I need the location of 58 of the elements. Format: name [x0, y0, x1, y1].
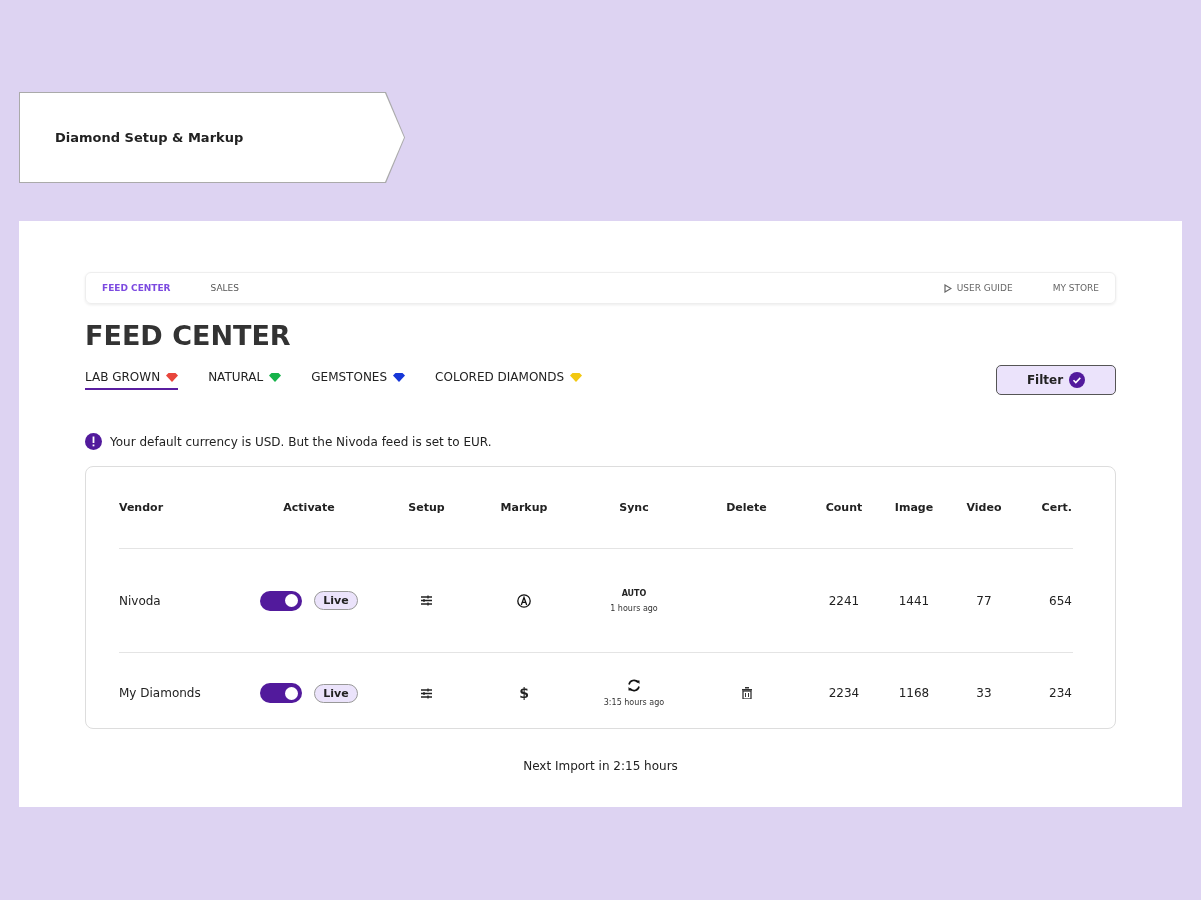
image-count-cell-text: 1168 [897, 686, 931, 700]
gem-icon [393, 372, 406, 382]
column-header: Image [893, 501, 935, 514]
category-label: COLORED DIAMONDS [435, 370, 565, 384]
count-cell-text: 2234 [827, 686, 861, 700]
nav-tab[interactable]: SALES [210, 283, 239, 293]
auto-markup-icon[interactable] [517, 593, 531, 608]
filter-button[interactable]: Filter [996, 365, 1116, 395]
status-badge: Live [314, 591, 358, 610]
column-header: Cert. [1040, 501, 1072, 514]
trash-icon[interactable] [741, 687, 752, 699]
sync-time: 3:15 hours ago [603, 698, 665, 707]
category-tab[interactable]: NATURAL [208, 370, 282, 390]
sliders-icon[interactable] [421, 687, 432, 699]
column-header: Setup [407, 501, 446, 514]
vendor-name: Nivoda [119, 593, 162, 608]
activate-toggle[interactable] [260, 590, 303, 611]
sliders-icon[interactable] [421, 595, 432, 606]
gem-icon [570, 372, 583, 382]
image-count-cell-text: 1441 [897, 593, 931, 608]
breadcrumb-step[interactable]: Diamond Setup & Markup [19, 92, 405, 183]
category-label: GEMSTONES [311, 370, 388, 384]
video-count-cell-text: 77 [975, 593, 993, 608]
nav-link[interactable]: USER GUIDE [943, 283, 1013, 293]
nav-link-label: USER GUIDE [956, 283, 1013, 293]
currency-notice: Your default currency is USD. But the Nivoda feed is set to EUR. [110, 434, 492, 449]
column-header: Markup [499, 501, 549, 514]
play-icon [943, 283, 952, 293]
page-title: FEED CENTER [85, 320, 292, 351]
nav-link[interactable]: MY STORE [1052, 283, 1099, 293]
dollar-sign[interactable]: $ [519, 685, 529, 701]
status-badge: Live [314, 683, 358, 703]
cert-count-cell-text: 654 [1048, 593, 1072, 608]
column-header: Sync [618, 501, 650, 514]
alert-icon [85, 433, 102, 450]
column-header: Delete [725, 501, 768, 514]
category-tab[interactable]: LAB GROWN [85, 370, 179, 390]
vendor-name: My Diamonds [119, 686, 202, 700]
cert-count-cell-text: 234 [1048, 686, 1072, 700]
category-label: NATURAL [208, 370, 264, 384]
column-header: Activate [282, 501, 336, 514]
refresh-icon[interactable] [627, 679, 641, 692]
count-cell-text: 2241 [827, 593, 861, 608]
category-tab[interactable]: COLORED DIAMONDS [435, 370, 583, 390]
column-header: Video [965, 501, 1003, 514]
breadcrumb-label: Diamond Setup & Markup [55, 130, 244, 145]
video-count-cell-text: 33 [975, 686, 993, 700]
gem-icon [269, 372, 282, 382]
category-label: LAB GROWN [85, 370, 161, 384]
nav-tab[interactable]: FEED CENTER [102, 283, 171, 293]
gem-icon [166, 372, 179, 382]
sync-mode: AUTO [621, 588, 647, 598]
activate-toggle[interactable] [260, 683, 303, 703]
column-header: Vendor [119, 501, 165, 514]
next-import-text: Next Import in 2:15 hours [522, 759, 679, 773]
column-header: Count [824, 501, 864, 514]
sync-time: 1 hours ago [610, 603, 658, 613]
category-tab[interactable]: GEMSTONES [311, 370, 406, 390]
